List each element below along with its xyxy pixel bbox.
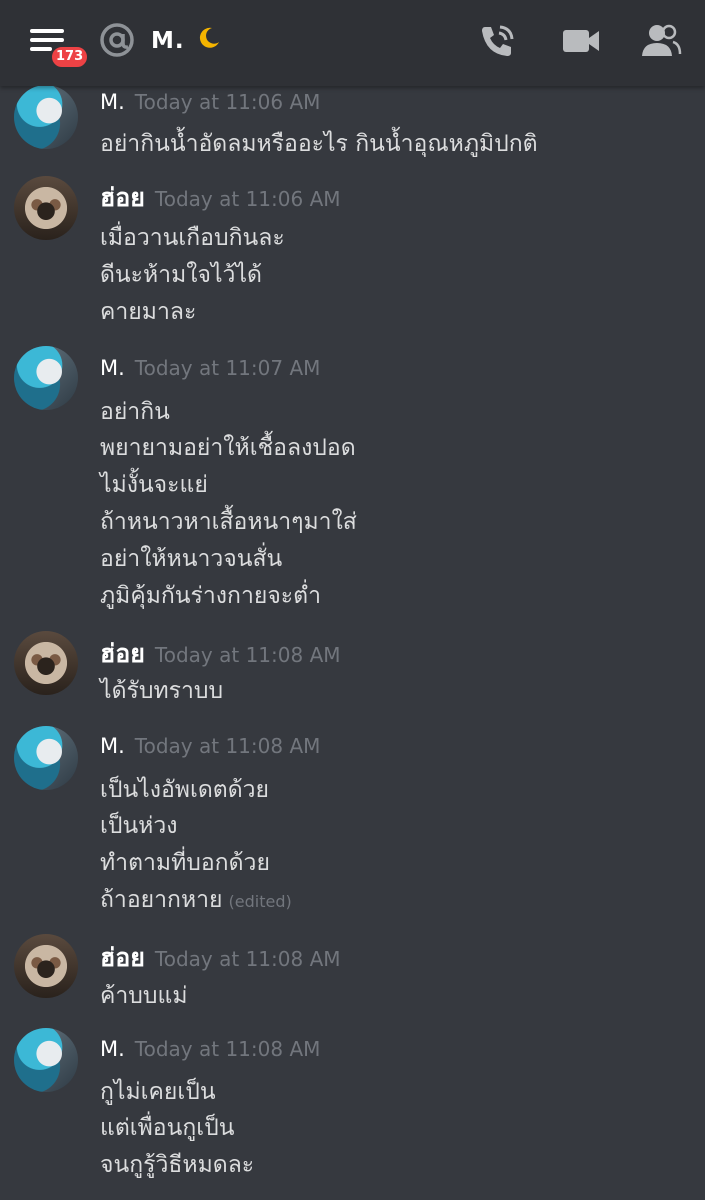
author-name[interactable]: M. (100, 356, 125, 380)
message-line: ถ้าอยากหาย (edited) (100, 882, 292, 918)
message-line: กูไม่เคยเป็น (100, 1079, 216, 1105)
message-line: อย่าให้หนาวจนสั่น (100, 546, 283, 572)
message-line-text: ถ้าอยากหาย (100, 887, 223, 913)
timestamp: Today at 11:06 AM (134, 90, 321, 114)
message-line: ไม่งั้นจะแย่ (100, 472, 208, 498)
timestamp: Today at 11:08 AM (154, 947, 341, 971)
channel-header: 173 M. (0, 0, 705, 86)
timestamp: Today at 11:08 AM (134, 734, 321, 758)
author-name[interactable]: ฮ่อย (100, 183, 145, 212)
message-list[interactable]: M. Today at 11:06 AM อย่ากินน้ำอัดลมหรืออ… (0, 86, 705, 1200)
message-header: ฮ่อย Today at 11:06 AM (100, 178, 341, 218)
message-line: เมื่อวานเกือบกินละ (100, 225, 285, 251)
message-line: อย่ากินน้ำอัดลมหรืออะไร กินน้ำอุณหภูมิปก… (100, 131, 538, 157)
message-line: ภูมิคุ้มกันร่างกายจะต่ำ (100, 583, 322, 609)
avatar[interactable] (14, 176, 78, 240)
moon-icon (199, 27, 219, 48)
message-header: M. Today at 11:06 AM (100, 90, 320, 114)
avatar[interactable] (14, 934, 78, 998)
menu-icon-bar (30, 47, 52, 51)
message-line: ดีนะห้ามใจไว้ได้ (100, 262, 262, 288)
avatar[interactable] (14, 86, 78, 149)
author-name[interactable]: M. (100, 734, 125, 758)
message-header: ฮ่อย Today at 11:08 AM (100, 634, 341, 674)
avatar[interactable] (14, 346, 78, 410)
message-line: เป็นไงอัพเดตด้วย (100, 777, 270, 803)
author-name[interactable]: M. (100, 1037, 125, 1061)
message-line: ถ้าหนาวหาเสื้อหนาๆมาใส่ (100, 509, 357, 535)
message-line: คายมาละ (100, 299, 197, 325)
menu-icon (30, 29, 64, 33)
author-name[interactable]: M. (100, 90, 125, 114)
timestamp: Today at 11:07 AM (134, 356, 321, 380)
message-line: แต่เพื่อนกูเป็น (100, 1115, 235, 1141)
message-line: ได้รับทราบบ (100, 678, 224, 704)
menu-icon-bar (30, 38, 64, 42)
message-line: ค้าบบแม่ (100, 983, 188, 1009)
author-name[interactable]: ฮ่อย (100, 943, 145, 972)
message-line: จนกูรู้วิธีหมดละ (100, 1152, 255, 1178)
avatar[interactable] (14, 631, 78, 695)
author-name[interactable]: ฮ่อย (100, 639, 145, 668)
timestamp: Today at 11:06 AM (154, 187, 341, 211)
message-line: พยายามอย่าให้เชื้อลงปอด (100, 435, 356, 461)
message-header: M. Today at 11:07 AM (100, 356, 320, 380)
message-line: อย่ากิน (100, 399, 170, 425)
video-icon[interactable] (560, 20, 602, 62)
unread-badge: 173 (50, 45, 90, 69)
message-header: ฮ่อย Today at 11:08 AM (100, 938, 341, 978)
timestamp: Today at 11:08 AM (154, 643, 341, 667)
message-header: M. Today at 11:08 AM (100, 1037, 320, 1061)
edited-label: (edited) (228, 892, 292, 911)
avatar[interactable] (14, 1028, 78, 1092)
timestamp: Today at 11:08 AM (134, 1037, 321, 1061)
avatar[interactable] (14, 726, 78, 790)
members-icon[interactable] (640, 20, 682, 62)
at-icon (100, 23, 134, 57)
message-header: M. Today at 11:08 AM (100, 734, 320, 758)
call-icon[interactable] (476, 20, 518, 62)
message-line: ทำตามที่บอกด้วย (100, 850, 270, 876)
message-line: เป็นห่วง (100, 813, 178, 839)
channel-title: M. (151, 28, 185, 54)
